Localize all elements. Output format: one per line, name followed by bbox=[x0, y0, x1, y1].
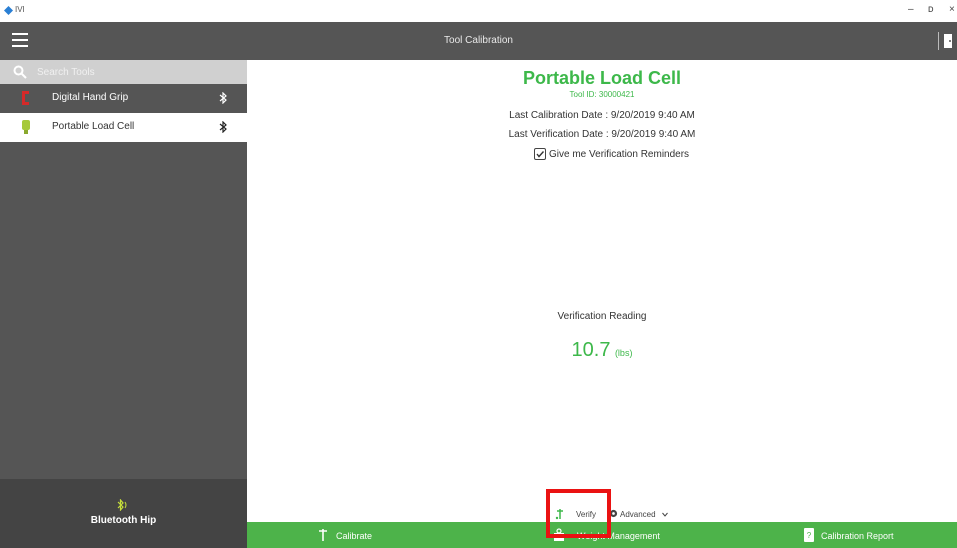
tool-id: Tool ID: 30000421 bbox=[569, 90, 635, 99]
checkmark-icon bbox=[536, 151, 545, 158]
bluetooth-icon bbox=[219, 121, 227, 133]
verify-highlight-box bbox=[546, 489, 611, 538]
window-titlebar: IVI – ᴅ × bbox=[0, 0, 957, 22]
sidebar-item-digital-hand-grip[interactable]: Digital Hand Grip bbox=[0, 84, 247, 113]
load-cell-icon bbox=[22, 120, 30, 134]
bluetooth-icon bbox=[219, 92, 227, 104]
search-box bbox=[0, 60, 247, 84]
calibration-report-label: Calibration Report bbox=[821, 531, 894, 541]
report-icon: ? bbox=[804, 528, 814, 542]
app-header: Tool Calibration bbox=[0, 22, 957, 60]
reminder-checkbox[interactable] bbox=[534, 148, 546, 160]
verification-reading-label: Verification Reading bbox=[557, 311, 647, 322]
search-icon bbox=[13, 65, 27, 79]
search-input[interactable] bbox=[37, 64, 237, 80]
chevron-down-icon[interactable] bbox=[662, 512, 668, 517]
sidebar-item-label: Portable Load Cell bbox=[52, 121, 135, 132]
bluetooth-searching-icon bbox=[117, 499, 127, 511]
minimize-button[interactable]: – bbox=[908, 4, 914, 16]
svg-text:?: ? bbox=[807, 531, 812, 540]
sidebar-item-portable-load-cell[interactable]: Portable Load Cell bbox=[0, 113, 247, 142]
bluetooth-hip-label: Bluetooth Hip bbox=[90, 515, 157, 526]
exit-door-icon[interactable] bbox=[944, 34, 954, 48]
verification-reading: 10.7 (lbs) bbox=[247, 339, 957, 362]
calibrate-label: Calibrate bbox=[336, 531, 373, 541]
sidebar: Digital Hand Grip Portable Load Cell Blu… bbox=[0, 60, 247, 548]
reminder-label: Give me Verification Reminders bbox=[549, 149, 690, 160]
header-divider bbox=[938, 32, 939, 50]
reading-unit: (lbs) bbox=[614, 348, 633, 358]
app-logo-icon bbox=[4, 6, 13, 15]
main-content: Portable Load Cell Tool ID: 30000421 Las… bbox=[247, 60, 957, 522]
calibrate-icon bbox=[319, 529, 327, 541]
close-button[interactable]: × bbox=[949, 4, 955, 16]
last-verification-date: Last Verification Date : 9/20/2019 9:40 … bbox=[508, 129, 696, 140]
bluetooth-hip-button[interactable]: Bluetooth Hip bbox=[0, 479, 247, 548]
reading-value: 10.7 bbox=[571, 339, 611, 361]
page-title: Tool Calibration bbox=[444, 35, 513, 46]
tool-title: Portable Load Cell bbox=[522, 68, 682, 88]
last-calibration-date: Last Calibration Date : 9/20/2019 9:40 A… bbox=[509, 110, 695, 121]
restore-button[interactable]: ᴅ bbox=[928, 4, 934, 16]
sidebar-item-label: Digital Hand Grip bbox=[52, 92, 129, 103]
hand-grip-icon bbox=[22, 91, 29, 105]
app-name: IVI bbox=[15, 5, 25, 14]
advanced-button[interactable]: Advanced bbox=[620, 510, 656, 519]
